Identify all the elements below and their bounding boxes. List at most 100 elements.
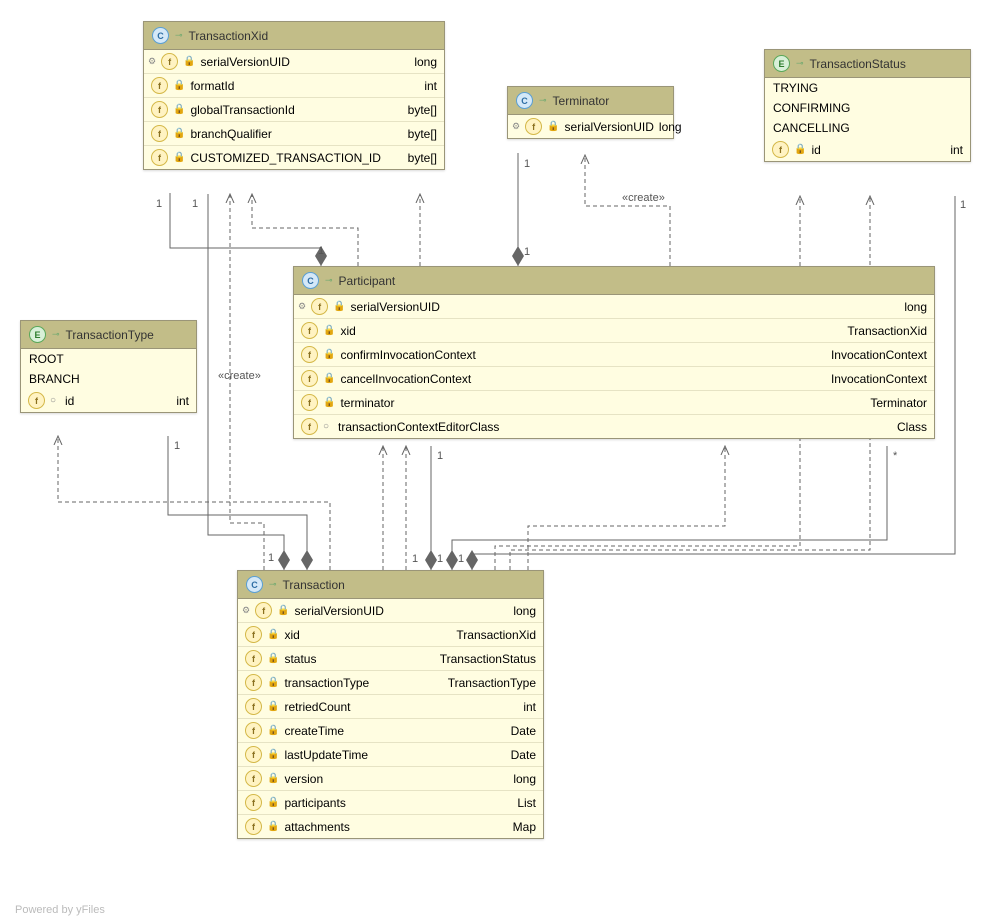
field-name: status — [284, 652, 434, 666]
field-icon: f — [245, 674, 262, 691]
class-icon: C — [302, 272, 319, 289]
field-type: TransactionXid — [456, 628, 536, 642]
field-type: Terminator — [870, 396, 927, 410]
field-type: int — [950, 143, 963, 157]
enum-value: CANCELLING — [765, 118, 970, 138]
private-lock-icon: 🔒 — [267, 653, 279, 664]
field-row: ⚙f🔒serialVersionUIDlong — [144, 50, 444, 74]
diagram-canvas: 1 1 1 1 1 1 1 1 1 1 1 * 1 «create» «crea… — [0, 0, 1000, 921]
class-title: Participant — [339, 274, 926, 288]
private-lock-icon: 🔒 — [173, 152, 185, 163]
field-row: f🔒participantsList — [238, 791, 543, 815]
field-icon: f — [245, 626, 262, 643]
field-icon: f — [525, 118, 542, 135]
field-icon: f — [301, 394, 318, 411]
field-icon: f — [151, 125, 168, 142]
field-name: branchQualifier — [190, 127, 402, 141]
field-type: int — [523, 700, 536, 714]
private-lock-icon: 🔒 — [323, 373, 335, 384]
private-lock-icon: 🔒 — [333, 301, 345, 312]
field-type: long — [659, 120, 682, 134]
multiplicity-label: 1 — [192, 198, 198, 210]
field-row: f🔒globalTransactionIdbyte[] — [144, 98, 444, 122]
private-lock-icon: 🔒 — [173, 128, 185, 139]
field-name: CUSTOMIZED_TRANSACTION_ID — [190, 151, 402, 165]
stereotype-create: «create» — [218, 370, 261, 382]
private-lock-icon: 🔒 — [323, 397, 335, 408]
multiplicity-label: 1 — [960, 199, 966, 211]
field-name: id — [811, 143, 945, 157]
class-header: C⊸Transaction — [238, 571, 543, 599]
field-type: List — [517, 796, 536, 810]
enum-value: TRYING — [765, 78, 970, 98]
private-lock-icon: 🔒 — [794, 144, 806, 155]
open-access-icon: ○ — [50, 395, 60, 406]
field-icon: f — [301, 346, 318, 363]
multiplicity-label: 1 — [174, 440, 180, 452]
class-header: C⊸TransactionXid — [144, 22, 444, 50]
field-icon: f — [151, 101, 168, 118]
class-header: E⊸TransactionType — [21, 321, 196, 349]
field-row: f🔒transactionTypeTransactionType — [238, 671, 543, 695]
class-status[interactable]: E⊸TransactionStatusTRYINGCONFIRMINGCANCE… — [764, 49, 971, 162]
class-xid[interactable]: C⊸TransactionXid⚙f🔒serialVersionUIDlongf… — [143, 21, 445, 170]
field-icon: f — [245, 650, 262, 667]
field-icon: f — [151, 77, 168, 94]
field-row: f🔒CUSTOMIZED_TRANSACTION_IDbyte[] — [144, 146, 444, 169]
field-row: f○transactionContextEditorClassClass — [294, 415, 934, 438]
field-name: serialVersionUID — [295, 604, 509, 618]
private-lock-icon: 🔒 — [173, 104, 185, 115]
private-lock-icon: 🔒 — [183, 56, 195, 67]
field-type: long — [414, 55, 437, 69]
field-name: formatId — [190, 79, 419, 93]
field-row: ⚙f🔒serialVersionUIDlong — [238, 599, 543, 623]
field-row: f 🔒 idint — [765, 138, 970, 161]
field-icon: f — [772, 141, 789, 158]
private-lock-icon: 🔒 — [267, 797, 279, 808]
static-gear-icon: ⚙ — [298, 301, 306, 312]
private-lock-icon: 🔒 — [267, 629, 279, 640]
field-icon: f — [151, 149, 168, 166]
class-participant[interactable]: C⊸Participant⚙f🔒serialVersionUIDlongf🔒xi… — [293, 266, 935, 439]
field-icon: f — [245, 746, 262, 763]
field-icon: f — [245, 722, 262, 739]
field-row: f 🔒 status TransactionStatus — [238, 647, 543, 671]
class-header: C⊸Terminator — [508, 87, 673, 115]
field-type: int — [176, 394, 189, 408]
field-name: createTime — [284, 724, 505, 738]
class-icon: C — [152, 27, 169, 44]
multiplicity-label: 1 — [318, 245, 324, 257]
field-row: f🔒retriedCountint — [238, 695, 543, 719]
class-title: TransactionXid — [189, 29, 436, 43]
field-type: long — [513, 604, 536, 618]
class-header: E⊸TransactionStatus — [765, 50, 970, 78]
field-icon: f — [28, 392, 45, 409]
class-type[interactable]: E⊸TransactionTypeROOTBRANCHf○idint — [20, 320, 197, 413]
field-row: ⚙f🔒serialVersionUIDlong — [508, 115, 673, 138]
field-name: cancelInvocationContext — [340, 372, 825, 386]
interface-marker-icon: ⊸ — [325, 275, 333, 286]
private-lock-icon: 🔒 — [267, 749, 279, 760]
field-row: ⚙f🔒serialVersionUIDlong — [294, 295, 934, 319]
field-name: serialVersionUID — [565, 120, 654, 134]
field-row: f🔒branchQualifierbyte[] — [144, 122, 444, 146]
class-transaction[interactable]: C⊸Transaction⚙f🔒serialVersionUIDlongf🔒xi… — [237, 570, 544, 839]
class-title: TransactionStatus — [810, 57, 962, 71]
private-lock-icon: 🔒 — [267, 773, 279, 784]
private-lock-icon: 🔒 — [323, 325, 335, 336]
class-terminator[interactable]: C⊸Terminator⚙f🔒serialVersionUIDlong — [507, 86, 674, 139]
field-row: f🔒versionlong — [238, 767, 543, 791]
field-type: TransactionXid — [847, 324, 927, 338]
field-type: TransactionStatus — [440, 652, 536, 666]
enum-icon: E — [773, 55, 790, 72]
field-name: confirmInvocationContext — [340, 348, 825, 362]
field-name: attachments — [284, 820, 507, 834]
private-lock-icon: 🔒 — [267, 725, 279, 736]
field-name: serialVersionUID — [201, 55, 410, 69]
class-icon: C — [516, 92, 533, 109]
private-lock-icon: 🔒 — [173, 80, 185, 91]
field-icon: f — [245, 770, 262, 787]
field-icon: f — [301, 322, 318, 339]
field-type: InvocationContext — [831, 372, 927, 386]
multiplicity-label: 1 — [458, 553, 464, 565]
